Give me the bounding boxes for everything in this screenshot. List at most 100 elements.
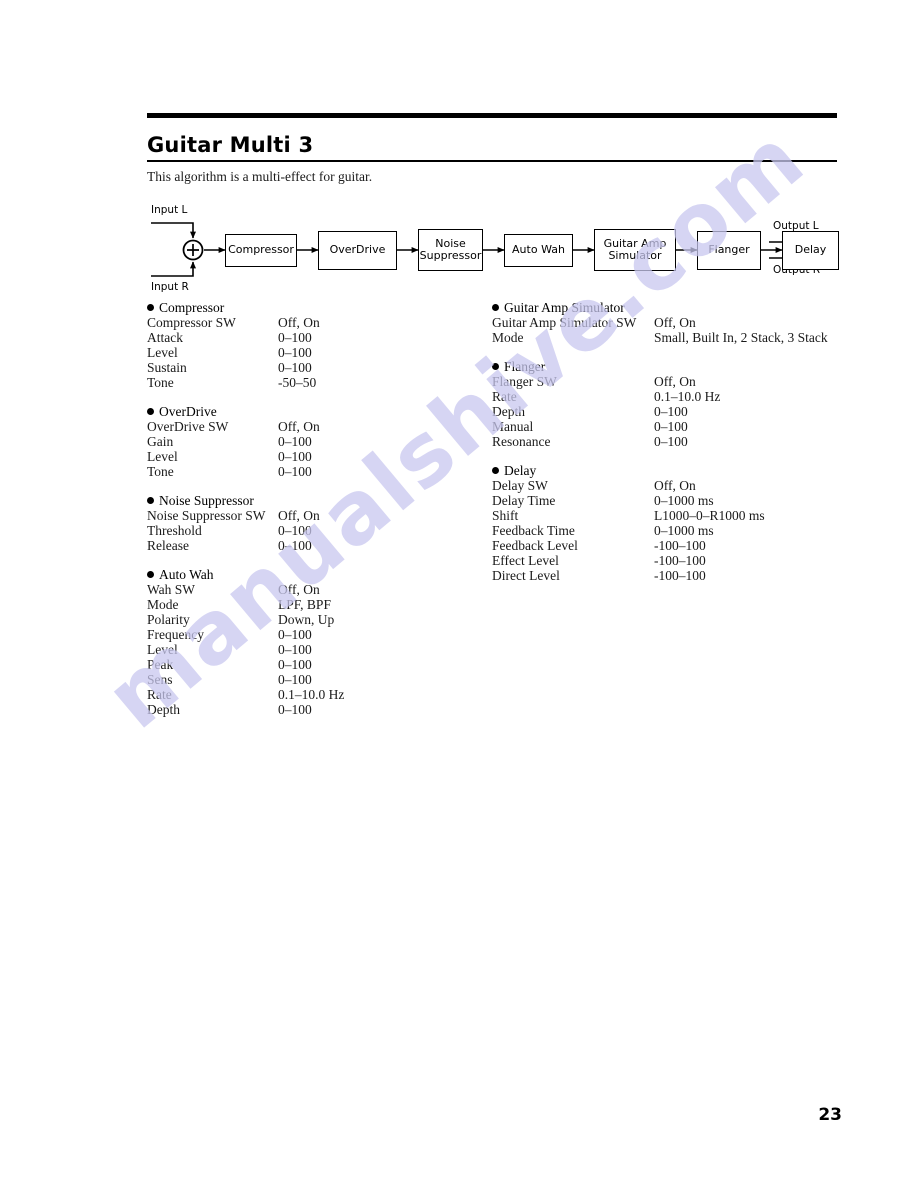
param-value: 0–100	[278, 657, 312, 672]
param-group-heading-label: Auto Wah	[159, 567, 214, 582]
param-group-auto-wah: Auto Wah Wah SW Off, On Mode LPF, BPF Polarit…	[147, 567, 477, 717]
param-group-heading: Delay	[492, 463, 842, 478]
block-auto-wah: Auto Wah	[504, 234, 573, 267]
param-name: Threshold	[147, 523, 202, 538]
param-value: LPF, BPF	[278, 597, 331, 612]
param-row: Threshold 0–100	[147, 523, 477, 538]
bullet-icon	[147, 304, 154, 311]
param-name: Wah SW	[147, 582, 196, 597]
param-value: Off, On	[278, 582, 320, 597]
param-value: 0–100	[278, 702, 312, 717]
param-value: 0–100	[278, 449, 312, 464]
param-row: Manual 0–100	[492, 419, 842, 434]
param-group-heading-label: OverDrive	[159, 404, 217, 419]
param-row: Tone -50–50	[147, 375, 477, 390]
block-guitar-amp-simulator-line2: Simulator	[608, 249, 662, 262]
param-name: Level	[147, 345, 178, 360]
page-number: 23	[818, 1105, 842, 1125]
param-row: Rate 0.1–10.0 Hz	[492, 389, 842, 404]
param-group-heading: Flanger	[492, 359, 842, 374]
param-name: Resonance	[492, 434, 551, 449]
param-row: Sustain 0–100	[147, 360, 477, 375]
param-group-heading-label: Guitar Amp Simulator	[504, 300, 625, 315]
param-value: Off, On	[654, 374, 696, 389]
param-group-heading-label: Noise Suppressor	[159, 493, 254, 508]
bullet-icon	[492, 363, 499, 370]
param-row: Wah SW Off, On	[147, 582, 477, 597]
param-row: Release 0–100	[147, 538, 477, 553]
param-name: Level	[147, 449, 178, 464]
param-name: Mode	[147, 597, 179, 612]
param-name: Feedback Time	[492, 523, 575, 538]
param-name: Delay Time	[492, 493, 556, 508]
param-value: 0–1000 ms	[654, 493, 714, 508]
param-row: Attack 0–100	[147, 330, 477, 345]
param-row: Rate 0.1–10.0 Hz	[147, 687, 477, 702]
param-row: Level 0–100	[147, 449, 477, 464]
param-row: Peak 0–100	[147, 657, 477, 672]
param-value: 0–100	[278, 434, 312, 449]
param-value: Off, On	[278, 315, 320, 330]
param-row: Sens 0–100	[147, 672, 477, 687]
param-name: Sustain	[147, 360, 187, 375]
param-value: Off, On	[654, 478, 696, 493]
signal-flow-diagram: Input L Input R Output L Output R Compre…	[145, 198, 845, 298]
param-name: Flanger SW	[492, 374, 557, 389]
param-name: Delay SW	[492, 478, 548, 493]
param-group-guitar-amp-simulator: Guitar Amp Simulator Guitar Amp Simulator…	[492, 300, 842, 345]
bullet-icon	[492, 304, 499, 311]
param-value: 0–100	[654, 404, 688, 419]
page-title: Guitar Multi 3	[147, 133, 314, 157]
param-row: Shift L1000–0–R1000 ms	[492, 508, 842, 523]
param-row: Direct Level -100–100	[492, 568, 842, 583]
param-name: Compressor SW	[147, 315, 236, 330]
param-value: 0–100	[278, 642, 312, 657]
input-l-label: Input L	[151, 204, 188, 216]
param-name: Effect Level	[492, 553, 559, 568]
param-name: Shift	[492, 508, 519, 523]
param-name: Depth	[147, 702, 180, 717]
param-name: Release	[147, 538, 189, 553]
param-value: Off, On	[278, 419, 320, 434]
param-row: Tone 0–100	[147, 464, 477, 479]
param-group-overdrive: OverDrive OverDrive SW Off, On Gain 0–100 Lev…	[147, 404, 477, 479]
param-row: Frequency 0–100	[147, 627, 477, 642]
param-name: Noise Suppressor SW	[147, 508, 266, 523]
param-name: OverDrive SW	[147, 419, 229, 434]
param-value: -100–100	[654, 553, 706, 568]
param-value: 0–100	[278, 464, 312, 479]
param-row: Depth 0–100	[147, 702, 477, 717]
param-name: Mode	[492, 330, 524, 345]
param-name: Peak	[147, 657, 174, 672]
param-group-noise-suppressor: Noise Suppressor Noise Suppressor SW Off, …	[147, 493, 477, 553]
param-value: Off, On	[278, 508, 320, 523]
param-group-heading-label: Compressor	[159, 300, 225, 315]
param-row: Delay SW Off, On	[492, 478, 842, 493]
param-group-heading-label: Delay	[504, 463, 537, 478]
param-value: 0–100	[278, 523, 312, 538]
param-value: -100–100	[654, 538, 706, 553]
param-row: Feedback Time 0–1000 ms	[492, 523, 842, 538]
param-row: Level 0–100	[147, 642, 477, 657]
param-name: Tone	[147, 464, 174, 479]
param-name: Guitar Amp Simulator SW	[492, 315, 637, 330]
param-row: Effect Level -100–100	[492, 553, 842, 568]
param-row: Compressor SW Off, On	[147, 315, 477, 330]
param-value: 0.1–10.0 Hz	[654, 389, 721, 404]
input-r-label: Input R	[151, 281, 189, 293]
param-row: Delay Time 0–1000 ms	[492, 493, 842, 508]
block-noise-suppressor: Noise Suppressor	[418, 229, 483, 271]
param-name: Polarity	[147, 612, 190, 627]
param-row: Noise Suppressor SW Off, On	[147, 508, 477, 523]
parameter-column-left: Compressor Compressor SW Off, On Attack 0–10…	[147, 300, 477, 717]
bullet-icon	[492, 467, 499, 474]
param-group-flanger: Flanger Flanger SW Off, On Rate 0.1–10.0 Hz D…	[492, 359, 842, 449]
manual-page: manualshive.com Guitar Multi 3 This algo…	[0, 0, 918, 1188]
param-group-heading: OverDrive	[147, 404, 477, 419]
param-row: OverDrive SW Off, On	[147, 419, 477, 434]
param-value: -100–100	[654, 568, 706, 583]
param-row: Mode Small, Built In, 2 Stack, 3 Stack	[492, 330, 842, 345]
param-value: L1000–0–R1000 ms	[654, 508, 765, 523]
bullet-icon	[147, 408, 154, 415]
param-row: Resonance 0–100	[492, 434, 842, 449]
